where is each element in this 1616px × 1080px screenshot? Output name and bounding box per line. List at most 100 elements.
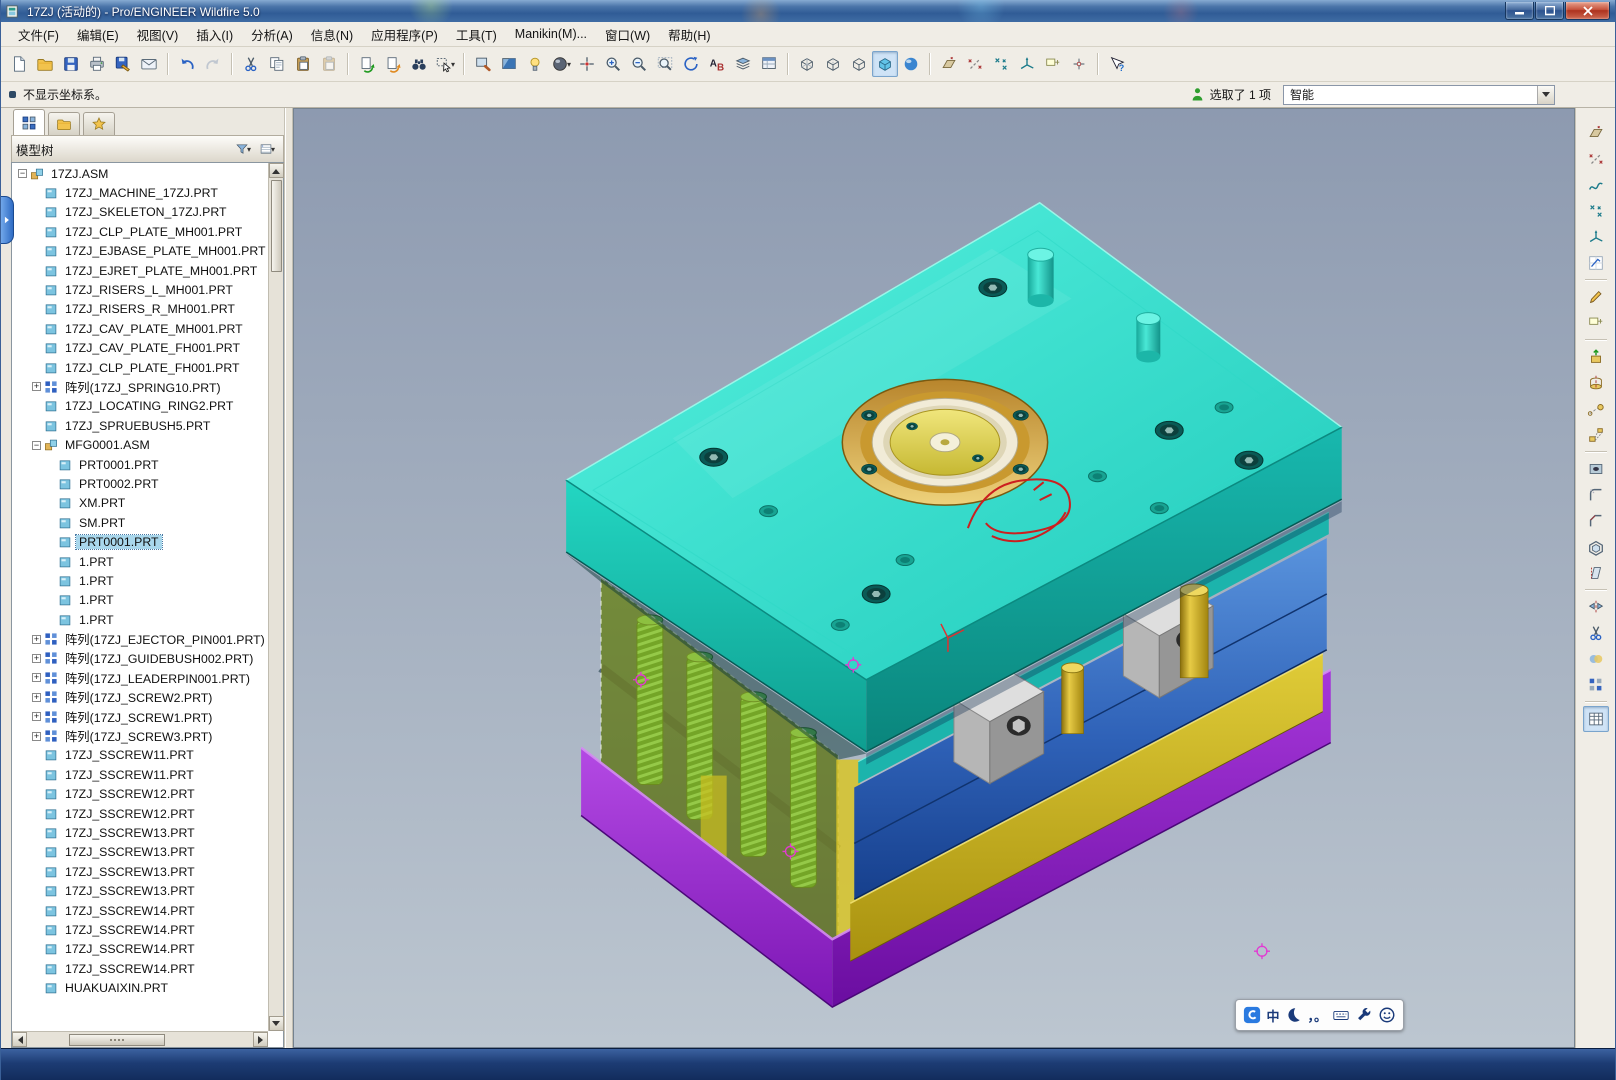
- tree-item[interactable]: + 阵列(17ZJ_SCREW2.PRT): [12, 688, 268, 707]
- redo-button[interactable]: [200, 51, 226, 77]
- folder-browser-tab[interactable]: [48, 112, 80, 135]
- tree-item[interactable]: 17ZJ_SSCREW14.PRT: [12, 901, 268, 920]
- hidden-line-button[interactable]: [820, 51, 846, 77]
- datum-points-toggle[interactable]: [988, 51, 1014, 77]
- ime-emoji-button[interactable]: [1378, 1006, 1396, 1024]
- tree-item[interactable]: + 阵列(17ZJ_LEADERPIN001.PRT): [12, 668, 268, 687]
- hscroll-thumb[interactable]: [69, 1033, 165, 1046]
- tree-item[interactable]: + 阵列(17ZJ_GUIDEBUSH002.PRT): [12, 649, 268, 668]
- shaded-button[interactable]: [872, 51, 898, 77]
- expand-icon[interactable]: +: [32, 692, 41, 702]
- regen-manager-button[interactable]: [380, 51, 406, 77]
- tree-item[interactable]: 17ZJ_CLP_PLATE_FH001.PRT: [12, 358, 268, 377]
- tree-vertical-scrollbar[interactable]: [268, 163, 284, 1031]
- zoom-out-button[interactable]: [626, 51, 652, 77]
- layers-button[interactable]: [730, 51, 756, 77]
- datum-axis-tool[interactable]: [1583, 146, 1609, 172]
- print-button[interactable]: [84, 51, 110, 77]
- menu-item-5[interactable]: 信息(N): [302, 21, 362, 48]
- open-button[interactable]: [32, 51, 58, 77]
- tree-item[interactable]: 17ZJ_CAV_PLATE_FH001.PRT: [12, 339, 268, 358]
- tree-item[interactable]: 17ZJ_EJRET_PLATE_MH001.PRT: [12, 261, 268, 280]
- tree-item[interactable]: 1.PRT: [12, 591, 268, 610]
- tree-item[interactable]: − 17ZJ.ASM: [12, 164, 268, 183]
- datum-csys-tool[interactable]: [1583, 224, 1609, 250]
- tree-item[interactable]: 17ZJ_SSCREW13.PRT: [12, 843, 268, 862]
- expand-icon[interactable]: +: [32, 653, 41, 663]
- menu-item-8[interactable]: Manikin(M)...: [506, 23, 596, 45]
- sketch-tool[interactable]: [1583, 250, 1609, 276]
- annotation-tool[interactable]: [1583, 310, 1609, 336]
- vscroll-thumb[interactable]: [270, 180, 282, 272]
- chamfer-tool[interactable]: [1583, 508, 1609, 534]
- datum-planes-toggle[interactable]: [936, 51, 962, 77]
- title-bar[interactable]: 17ZJ (活动的) - Pro/ENGINEER Wildfire 5.0: [1, 0, 1615, 22]
- expand-icon[interactable]: +: [32, 731, 41, 741]
- tree-item[interactable]: 1.PRT: [12, 552, 268, 571]
- tree-item[interactable]: 17ZJ_SSCREW13.PRT: [12, 823, 268, 842]
- tree-item[interactable]: 17ZJ_LOCATING_RING2.PRT: [12, 397, 268, 416]
- new-file-button[interactable]: [6, 51, 32, 77]
- save-button[interactable]: [58, 51, 84, 77]
- relations-table-tool[interactable]: [1582, 706, 1609, 732]
- spin-center-toggle[interactable]: [1066, 51, 1092, 77]
- tree-item[interactable]: 1.PRT: [12, 571, 268, 590]
- tree-horizontal-scrollbar[interactable]: [12, 1031, 268, 1047]
- filter-dropdown-arrow[interactable]: [1537, 85, 1554, 104]
- sweep-tool[interactable]: [1583, 396, 1609, 422]
- zoom-in-button[interactable]: [600, 51, 626, 77]
- 3d-viewport[interactable]: [294, 109, 1574, 1047]
- expand-icon[interactable]: +: [32, 712, 41, 722]
- menu-item-7[interactable]: 工具(T): [447, 21, 506, 48]
- revolve-tool[interactable]: [1583, 370, 1609, 396]
- ime-fullhalf-toggle[interactable]: [1284, 1006, 1302, 1024]
- tree-item[interactable]: 17ZJ_RISERS_R_MH001.PRT: [12, 300, 268, 319]
- menu-item-6[interactable]: 应用程序(P): [362, 21, 447, 48]
- send-mail-button[interactable]: [136, 51, 162, 77]
- wireframe-button[interactable]: [794, 51, 820, 77]
- scroll-right-button[interactable]: [253, 1032, 268, 1047]
- blend-tool[interactable]: [1583, 422, 1609, 448]
- view-manager-button[interactable]: [756, 51, 782, 77]
- sketched-curve-tool[interactable]: [1583, 172, 1609, 198]
- tree-filters-button[interactable]: ▾: [231, 139, 255, 159]
- datum-axes-toggle[interactable]: [962, 51, 988, 77]
- menu-item-3[interactable]: 插入(I): [187, 21, 242, 48]
- cut-button[interactable]: [238, 51, 264, 77]
- pattern-tool[interactable]: [1583, 672, 1609, 698]
- save-copy-button[interactable]: [110, 51, 136, 77]
- expand-icon[interactable]: +: [32, 634, 41, 644]
- refit-button[interactable]: [652, 51, 678, 77]
- copy-button[interactable]: [264, 51, 290, 77]
- tree-item[interactable]: 17ZJ_SSCREW11.PRT: [12, 765, 268, 784]
- ime-keyboard-button[interactable]: [1332, 1006, 1350, 1024]
- tree-item[interactable]: + 阵列(17ZJ_SCREW1.PRT): [12, 707, 268, 726]
- trim-tool[interactable]: [1583, 620, 1609, 646]
- windows-taskbar-strip[interactable]: [1, 1048, 1615, 1080]
- vscroll-track[interactable]: [269, 178, 283, 1016]
- scroll-up-button[interactable]: [268, 163, 284, 178]
- style-tool[interactable]: [1583, 284, 1609, 310]
- tree-item[interactable]: + 阵列(17ZJ_EJECTOR_PIN001.PRT): [12, 629, 268, 648]
- tree-item[interactable]: HUAKUAIXIN.PRT: [12, 978, 268, 997]
- extrude-tool[interactable]: [1583, 344, 1609, 370]
- tree-item[interactable]: 17ZJ_SSCREW12.PRT: [12, 785, 268, 804]
- tree-item[interactable]: PRT0002.PRT: [12, 474, 268, 493]
- tree-item[interactable]: 17ZJ_SSCREW14.PRT: [12, 920, 268, 939]
- ime-settings-button[interactable]: [1355, 1006, 1373, 1024]
- scroll-left-button[interactable]: [12, 1032, 27, 1047]
- collapse-icon[interactable]: −: [18, 169, 27, 179]
- realism-button[interactable]: [898, 51, 924, 77]
- navigator-flyout-handle[interactable]: [1, 196, 14, 244]
- shell-tool[interactable]: [1583, 534, 1609, 560]
- hole-tool[interactable]: [1583, 456, 1609, 482]
- tree-item[interactable]: + 阵列(17ZJ_SCREW3.PRT): [12, 726, 268, 745]
- maximize-button[interactable]: [1535, 2, 1564, 20]
- tree-item[interactable]: 17ZJ_SSCREW13.PRT: [12, 881, 268, 900]
- shading-button[interactable]: [496, 51, 522, 77]
- regenerate-button[interactable]: [354, 51, 380, 77]
- tree-item[interactable]: 17ZJ_SKELETON_17ZJ.PRT: [12, 203, 268, 222]
- tree-item[interactable]: 17ZJ_EJBASE_PLATE_MH001.PRT: [12, 242, 268, 261]
- menu-item-2[interactable]: 视图(V): [128, 21, 188, 48]
- repaint-button[interactable]: [470, 51, 496, 77]
